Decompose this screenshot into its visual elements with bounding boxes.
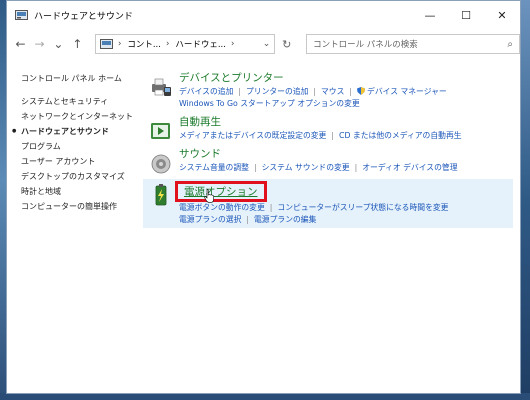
category-title-sound[interactable]: サウンド xyxy=(179,147,517,162)
category-list: デバイスとプリンター デバイスの追加 | プリンターの追加 | マウス | デバイス マネー… xyxy=(143,71,517,233)
link-edit-power-plan[interactable]: 電源プランの編集 xyxy=(254,215,316,224)
maximize-icon: ☐ xyxy=(461,8,471,22)
navigation-bar: ← → ⌄ ↑ › コント... › ハードウェ... › ⌄ ↻ コントロール… xyxy=(7,29,521,59)
autoplay-icon xyxy=(151,123,170,139)
breadcrumb-control-panel[interactable]: コント... xyxy=(127,38,161,50)
link-add-printer[interactable]: プリンターの追加 xyxy=(246,87,308,96)
address-bar[interactable]: › コント... › ハードウェ... › ⌄ xyxy=(94,34,276,54)
minimize-icon: — xyxy=(424,8,436,22)
battery-power-icon xyxy=(155,184,167,206)
control-panel-small-icon xyxy=(99,39,113,49)
category-power-options[interactable]: 電源オプション 電源ボタンの動作の変更 | コンピューターがスリープ状態になる時間を… xyxy=(143,179,513,228)
link-manage-audio-devices[interactable]: オーディオ デバイスの管理 xyxy=(362,163,457,172)
link-change-media-defaults[interactable]: メディアまたはデバイスの既定設定の変更 xyxy=(179,131,326,140)
link-separator: | xyxy=(313,87,316,96)
breadcrumb-chevron-icon: › xyxy=(230,39,235,49)
link-separator: | xyxy=(253,163,257,172)
minimize-button[interactable]: — xyxy=(412,1,448,29)
sidebar-item-hardware-sound[interactable]: ハードウェアとサウンド xyxy=(12,124,141,139)
sidebar-item-system-security[interactable]: システムとセキュリティ xyxy=(21,94,141,109)
desktop-background-right xyxy=(521,0,530,400)
sidebar-item-home[interactable]: コントロール パネル ホーム xyxy=(21,71,141,86)
hand-pointer-cursor-icon xyxy=(204,189,214,203)
link-change-sleep-time[interactable]: コンピューターがスリープ状態になる時間を変更 xyxy=(277,203,448,212)
link-separator: | xyxy=(269,203,273,212)
control-panel-window: ハードウェアとサウンド — ☐ ✕ ← → ⌄ ↑ › コント... › ハード… xyxy=(6,0,521,394)
back-arrow-icon[interactable]: ← xyxy=(11,37,30,51)
sidebar-item-personalization[interactable]: デスクトップのカスタマイズ xyxy=(21,169,141,184)
category-title-devices[interactable]: デバイスとプリンター xyxy=(179,71,517,86)
search-placeholder: コントロール パネルの検索 xyxy=(313,40,418,50)
close-button[interactable]: ✕ xyxy=(484,1,520,29)
link-separator: | xyxy=(331,131,334,140)
link-adjust-volume[interactable]: システム音量の調整 xyxy=(179,163,249,172)
maximize-button[interactable]: ☐ xyxy=(448,1,484,29)
speaker-icon xyxy=(151,154,171,174)
up-arrow-icon[interactable]: ↑ xyxy=(68,37,87,51)
link-separator: | xyxy=(349,87,353,96)
link-power-button-action[interactable]: 電源ボタンの動作の変更 xyxy=(179,203,265,212)
link-separator: | xyxy=(238,87,241,96)
breadcrumb-hardware-sound[interactable]: ハードウェ... xyxy=(175,38,226,50)
link-separator: | xyxy=(354,163,358,172)
link-choose-power-plan[interactable]: 電源プランの選択 xyxy=(179,215,241,224)
highlight-box: 電源オプション xyxy=(175,181,267,202)
link-add-device[interactable]: デバイスの追加 xyxy=(179,87,233,96)
sidebar-item-ease-of-access[interactable]: コンピューターの簡単操作 xyxy=(21,199,141,214)
refresh-icon[interactable]: ↻ xyxy=(275,38,298,51)
recent-chevron-down-icon[interactable]: ⌄ xyxy=(49,37,68,51)
uac-shield-icon xyxy=(357,87,366,95)
window-title: ハードウェアとサウンド xyxy=(34,11,133,22)
control-panel-icon xyxy=(15,10,28,20)
category-title-power[interactable]: 電源オプション xyxy=(184,186,258,198)
sidebar-item-clock-region[interactable]: 時計と地域 xyxy=(21,184,141,199)
title-bar[interactable]: ハードウェアとサウンド — ☐ ✕ xyxy=(7,1,520,29)
category-sound: サウンド システム音量の調整 | システム サウンドの変更 | オーディオ デバイスの管… xyxy=(147,147,517,174)
link-windows-to-go[interactable]: Windows To Go スタートアップ オプションの変更 xyxy=(179,99,360,108)
link-change-sounds[interactable]: システム サウンドの変更 xyxy=(262,163,350,172)
forward-arrow-icon[interactable]: → xyxy=(30,37,49,51)
sidebar-item-network[interactable]: ネットワークとインターネット xyxy=(21,109,141,124)
breadcrumb-chevron-icon: › xyxy=(117,39,122,49)
printer-icon xyxy=(152,78,171,96)
sidebar-item-programs[interactable]: プログラム xyxy=(21,139,141,154)
category-autoplay: 自動再生 メディアまたはデバイスの既定設定の変更 | CD または他のメディアの自動… xyxy=(147,115,517,142)
breadcrumb-chevron-icon: › xyxy=(165,39,170,49)
search-icon: ⌕ xyxy=(507,38,514,50)
link-autoplay-cd[interactable]: CD または他のメディアの自動再生 xyxy=(339,131,462,140)
sidebar: コントロール パネル ホーム システムとセキュリティ ネットワークとインターネッ… xyxy=(12,71,141,214)
category-title-autoplay[interactable]: 自動再生 xyxy=(179,115,517,130)
close-icon: ✕ xyxy=(497,8,507,22)
link-mouse[interactable]: マウス xyxy=(321,87,344,96)
category-devices-printers: デバイスとプリンター デバイスの追加 | プリンターの追加 | マウス | デバイス マネー… xyxy=(147,71,517,110)
search-input[interactable]: コントロール パネルの検索 ⌕ xyxy=(306,34,521,54)
desktop-background-bottom xyxy=(0,393,530,400)
link-separator: | xyxy=(246,215,250,224)
sidebar-item-user-accounts[interactable]: ユーザー アカウント xyxy=(21,154,141,169)
link-device-manager[interactable]: デバイス マネージャー xyxy=(367,87,447,96)
address-dropdown-chevron-icon[interactable]: ⌄ xyxy=(263,39,271,49)
